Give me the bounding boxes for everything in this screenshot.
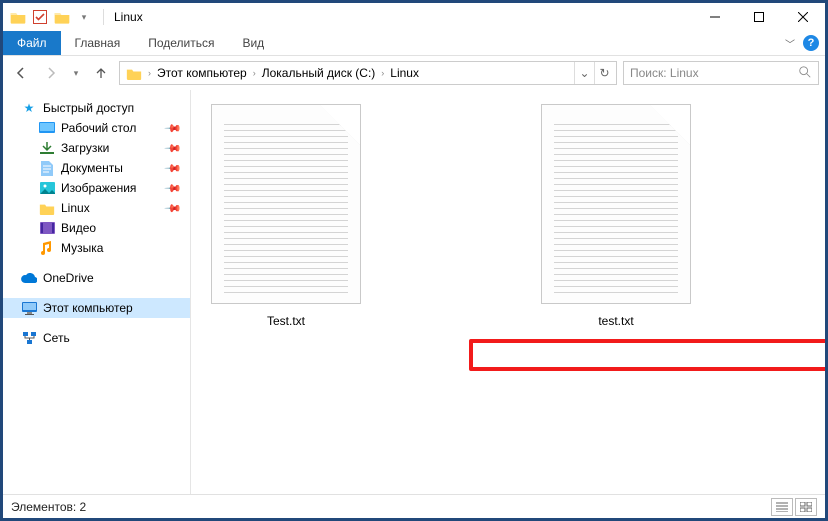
up-button[interactable] [89, 61, 113, 85]
downloads-icon [39, 140, 55, 156]
folder-icon [53, 8, 71, 26]
crumb-label: Локальный диск (C:) [262, 66, 376, 80]
sidebar-item-network[interactable]: Сеть [3, 328, 190, 348]
sidebar-item-downloads[interactable]: Загрузки 📌 [3, 138, 190, 158]
sidebar-item-onedrive[interactable]: OneDrive [3, 268, 190, 288]
qat-dropdown-icon[interactable]: ▾ [75, 8, 93, 26]
tab-label: Вид [242, 36, 264, 50]
tab-label: Поделиться [148, 36, 214, 50]
ribbon: Файл Главная Поделиться Вид ﹀ ? [3, 31, 825, 56]
breadcrumb-item[interactable]: Этот компьютер [153, 66, 251, 80]
sidebar-item-label: Видео [61, 221, 96, 235]
pin-icon: 📌 [164, 159, 183, 178]
music-icon [39, 240, 55, 256]
main-area: ★ Быстрый доступ Рабочий стол 📌 Загрузки… [3, 90, 825, 494]
pin-icon: 📌 [164, 139, 183, 158]
sidebar-item-label: Загрузки [61, 141, 109, 155]
pin-icon: 📌 [164, 199, 183, 218]
sidebar-item-label: Документы [61, 161, 123, 175]
sidebar-item-documents[interactable]: Документы 📌 [3, 158, 190, 178]
sidebar-item-label: Быстрый доступ [43, 101, 134, 115]
close-button[interactable] [781, 3, 825, 31]
search-input[interactable]: Поиск: Linux [623, 61, 819, 85]
checkbox-icon[interactable] [31, 8, 49, 26]
ribbon-collapse-icon[interactable]: ﹀ [785, 36, 795, 51]
window-controls [693, 3, 825, 31]
chevron-right-icon[interactable]: › [379, 68, 386, 78]
title-bar: ▾ Linux [3, 3, 825, 31]
search-icon [798, 65, 812, 82]
ribbon-tab-share[interactable]: Поделиться [134, 31, 228, 55]
help-icon[interactable]: ? [803, 35, 819, 51]
breadcrumb-item[interactable]: Локальный диск (C:) [258, 66, 380, 80]
sidebar-item-pictures[interactable]: Изображения 📌 [3, 178, 190, 198]
address-bar[interactable]: › Этот компьютер › Локальный диск (C:) ›… [119, 61, 617, 85]
sidebar-item-label: OneDrive [43, 271, 94, 285]
pin-icon: 📌 [164, 119, 183, 138]
chevron-right-icon[interactable]: › [146, 68, 153, 78]
sidebar-item-quick-access[interactable]: ★ Быстрый доступ [3, 98, 190, 118]
navigation-pane: ★ Быстрый доступ Рабочий стол 📌 Загрузки… [3, 90, 191, 494]
recent-locations-icon[interactable]: ▾ [69, 61, 83, 85]
nav-bar: ▾ › Этот компьютер › Локальный диск (C:)… [3, 56, 825, 90]
monitor-icon [21, 300, 37, 316]
view-switcher [771, 498, 817, 516]
file-tab-label: Файл [17, 36, 47, 50]
ribbon-tab-home[interactable]: Главная [61, 31, 135, 55]
star-icon: ★ [21, 100, 37, 116]
ribbon-tab-view[interactable]: Вид [228, 31, 278, 55]
maximize-button[interactable] [737, 3, 781, 31]
sidebar-item-label: Linux [61, 201, 90, 215]
text-file-icon [211, 104, 361, 304]
file-name: Test.txt [267, 314, 305, 328]
window-title: Linux [108, 10, 143, 24]
breadcrumb-item[interactable]: Linux [386, 66, 423, 80]
sidebar-item-label: Рабочий стол [61, 121, 136, 135]
minimize-button[interactable] [693, 3, 737, 31]
details-view-button[interactable] [771, 498, 793, 516]
address-history-icon[interactable]: ⌄ [574, 62, 594, 84]
desktop-icon [39, 120, 55, 136]
quick-access-toolbar: ▾ [3, 8, 99, 26]
back-button[interactable] [9, 61, 33, 85]
pin-icon: 📌 [164, 179, 183, 198]
sidebar-item-this-pc[interactable]: Этот компьютер [3, 298, 190, 318]
annotation-highlight [469, 339, 825, 371]
breadcrumb-root-icon[interactable] [122, 67, 146, 80]
crumb-label: Linux [390, 66, 419, 80]
sidebar-item-label: Изображения [61, 181, 136, 195]
file-item[interactable]: Test.txt [211, 104, 361, 328]
sidebar-item-music[interactable]: Музыка [3, 238, 190, 258]
crumb-label: Этот компьютер [157, 66, 247, 80]
file-item[interactable]: test.txt [541, 104, 691, 328]
status-item-count: Элементов: 2 [11, 500, 86, 514]
network-icon [21, 330, 37, 346]
sidebar-item-desktop[interactable]: Рабочий стол 📌 [3, 118, 190, 138]
status-bar: Элементов: 2 [3, 494, 825, 518]
sidebar-item-label: Этот компьютер [43, 301, 133, 315]
folder-icon [39, 200, 55, 216]
documents-icon [39, 160, 55, 176]
large-icons-view-button[interactable] [795, 498, 817, 516]
sidebar-item-videos[interactable]: Видео [3, 218, 190, 238]
videos-icon [39, 220, 55, 236]
search-placeholder: Поиск: Linux [630, 66, 798, 80]
cloud-icon [21, 270, 37, 286]
file-name: test.txt [598, 314, 633, 328]
content-pane[interactable]: Test.txt test.txt [191, 90, 825, 494]
sidebar-item-label: Музыка [61, 241, 103, 255]
sidebar-item-label: Сеть [43, 331, 70, 345]
folder-icon [9, 8, 27, 26]
sidebar-item-folder[interactable]: Linux 📌 [3, 198, 190, 218]
tab-label: Главная [75, 36, 121, 50]
ribbon-file-tab[interactable]: Файл [3, 31, 61, 55]
pictures-icon [39, 180, 55, 196]
chevron-right-icon[interactable]: › [251, 68, 258, 78]
separator [103, 9, 104, 25]
text-file-icon [541, 104, 691, 304]
refresh-icon[interactable]: ↻ [594, 62, 614, 84]
forward-button[interactable] [39, 61, 63, 85]
